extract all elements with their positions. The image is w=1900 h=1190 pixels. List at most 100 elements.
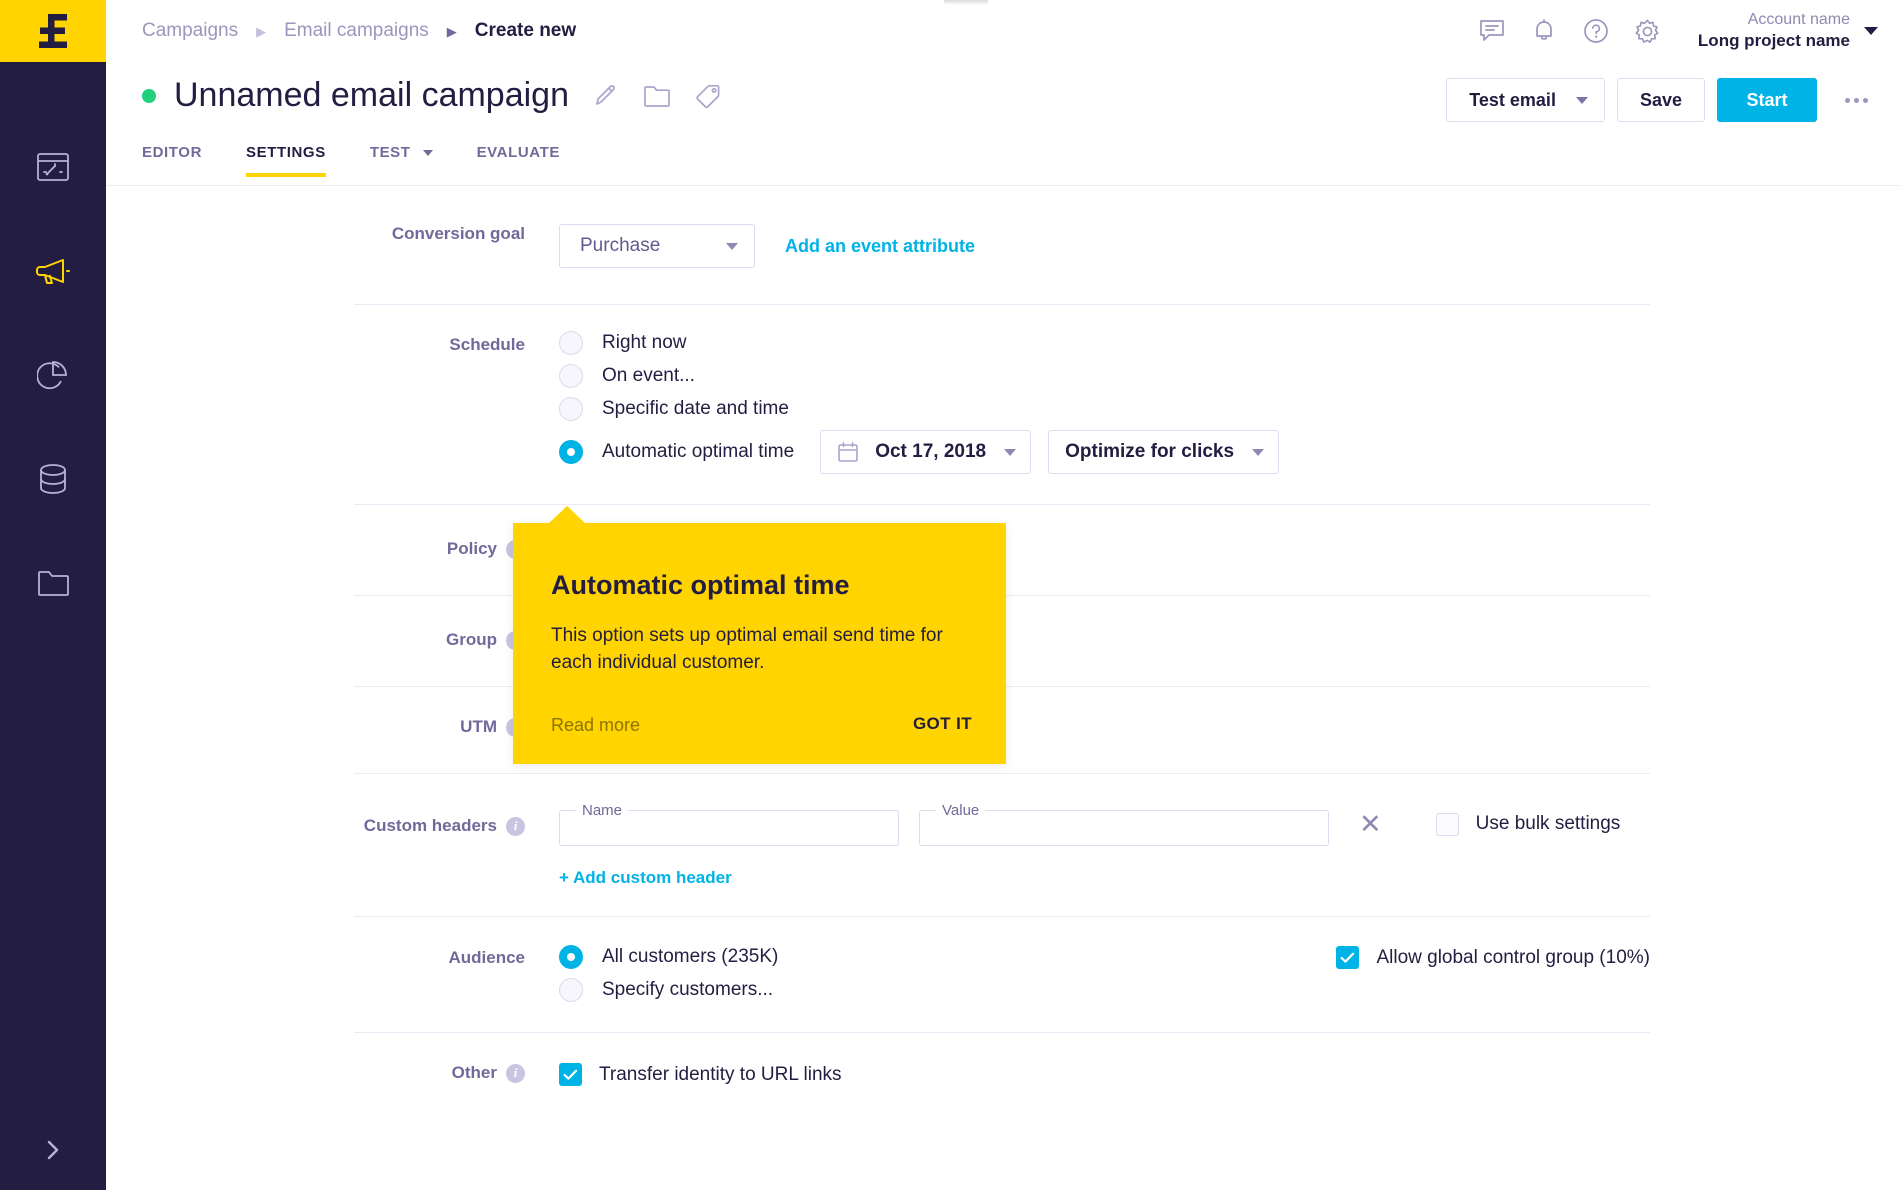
save-button[interactable]: Save [1616,78,1705,122]
breadcrumb-item-email-campaigns[interactable]: Email campaigns [284,20,429,42]
help-button[interactable] [1570,5,1622,57]
tab-settings[interactable]: SETTINGS [246,140,326,177]
chevron-down-icon [1864,27,1878,35]
use-bulk-settings-label: Use bulk settings [1475,813,1621,834]
breadcrumb-item-campaigns[interactable]: Campaigns [142,20,238,42]
schedule-option-automatic-optimal[interactable]: Automatic optimal time Oct 17, 2018 Opti… [559,430,1650,474]
schedule-option-right-now[interactable]: Right now [559,331,1650,355]
campaign-tabs: EDITOR SETTINGS TEST EVALUATE [106,140,1900,186]
notifications-button[interactable] [1518,5,1570,57]
header-actions: Test email Save Start [1446,78,1878,122]
audience-option-all-customers[interactable]: All customers (235K) [559,945,778,969]
main-sidebar [0,0,106,1190]
account-name: Account name [1747,11,1850,29]
sidebar-item-data[interactable] [25,456,81,502]
coachmark-read-more-link[interactable]: Read more [551,715,640,736]
database-icon [40,464,66,494]
account-menu[interactable]: Account name Long project name [1698,10,1878,51]
radio-button[interactable] [559,397,583,421]
allow-global-control-group-checkbox[interactable]: Allow global control group (10%) [1336,946,1650,969]
other-label-wrap: Other i [354,1063,559,1083]
calendar-icon [838,441,858,462]
schedule-option-on-event[interactable]: On event... [559,364,1650,388]
info-icon[interactable]: i [506,816,525,836]
chevron-down-icon [726,242,738,250]
tag-icon [696,84,720,108]
top-bar-actions: Account name Long project name [1466,0,1878,62]
conversion-goal-select[interactable]: Purchase [559,224,755,268]
custom-header-name-field[interactable]: Name [559,802,899,846]
start-button[interactable]: Start [1717,78,1817,122]
chat-icon [1480,20,1504,41]
sidebar-item-dashboard[interactable] [25,144,81,190]
tab-test[interactable]: TEST [370,140,433,177]
audience-option-label: Specify customers... [602,979,774,1000]
radio-button[interactable] [559,331,583,355]
custom-header-name-input[interactable] [559,802,899,846]
test-email-button[interactable]: Test email [1446,78,1605,122]
chevron-right-icon [47,1140,59,1160]
sidebar-nav [0,144,106,606]
schedule-option-label: Right now [602,332,687,353]
breadcrumb: Campaigns ▶ Email campaigns ▶ Create new [142,0,576,62]
status-dot [142,88,156,103]
radio-button[interactable] [559,440,583,464]
page-title: Unnamed email campaign [174,76,569,114]
add-tag-button[interactable] [695,83,722,109]
custom-header-value-input[interactable] [919,802,1329,846]
schedule-option-label: On event... [602,365,695,386]
sidebar-collapse-button[interactable] [0,1110,106,1190]
utm-label: UTM [460,717,497,736]
info-icon[interactable]: i [506,1063,525,1083]
radio-button[interactable] [559,945,583,969]
send-date-picker[interactable]: Oct 17, 2018 [820,430,1032,474]
checkbox-control[interactable] [1435,812,1459,836]
other-label: Other [451,1063,497,1082]
settings-button[interactable] [1622,5,1674,57]
remove-custom-header-button[interactable]: ✕ [1359,810,1382,838]
save-label: Save [1639,89,1682,110]
chat-button[interactable] [1466,5,1518,57]
dashboard-icon [37,153,69,181]
sidebar-item-analytics[interactable] [25,352,81,398]
coachmark-body: This option sets up optimal email send t… [551,625,943,673]
more-options-icon [1854,97,1859,103]
audience-label: Audience [448,948,525,967]
coachmark-got-it-button[interactable]: GOT IT [913,714,972,734]
add-custom-header-link[interactable]: + Add custom header [559,868,732,887]
top-bar: Campaigns ▶ Email campaigns ▶ Create new [106,0,1900,62]
tab-editor[interactable]: EDITOR [142,140,202,177]
tab-evaluate[interactable]: EVALUATE [477,140,560,177]
transfer-identity-checkbox[interactable]: Transfer identity to URL links [559,1063,1650,1086]
add-event-attribute-link[interactable]: Add an event attribute [785,236,975,257]
chevron-down-icon [1004,448,1017,456]
schedule-option-label: Automatic optimal time [602,441,795,462]
test-email-label: Test email [1469,89,1556,110]
row-audience: Audience All customers (235K) Specify cu… [354,917,1650,1033]
app-logo[interactable] [0,0,106,62]
checkbox-control[interactable] [1336,946,1360,969]
rename-campaign-button[interactable] [593,83,619,109]
policy-label: Policy [446,539,497,558]
radio-button[interactable] [559,364,583,388]
schedule-option-specific-date[interactable]: Specific date and time [559,397,1650,421]
coachmark-title: Automatic optimal time [551,570,850,600]
use-bulk-settings-checkbox[interactable]: Use bulk settings [1435,812,1621,836]
page-header: Unnamed email campaign Test email Save S… [106,62,1900,140]
group-label: Group [446,630,497,649]
more-options-button[interactable] [1835,88,1878,113]
schedule-label: Schedule [449,335,525,354]
optimize-strategy-select[interactable]: Optimize for clicks [1048,430,1280,474]
send-date-value: Oct 17, 2018 [875,441,987,462]
more-options-icon [1845,97,1850,103]
help-icon [1584,19,1608,43]
coachmark-tooltip: Automatic optimal time This option sets … [513,506,1006,764]
custom-header-value-field[interactable]: Value [919,802,1329,846]
checkbox-control[interactable] [559,1063,582,1086]
radio-button[interactable] [559,978,583,1002]
tab-test-label: TEST [369,144,411,161]
audience-option-specify-customers[interactable]: Specify customers... [559,978,778,1002]
sidebar-item-files[interactable] [25,560,81,606]
move-to-folder-button[interactable] [643,84,671,108]
sidebar-item-campaigns[interactable] [25,248,81,294]
